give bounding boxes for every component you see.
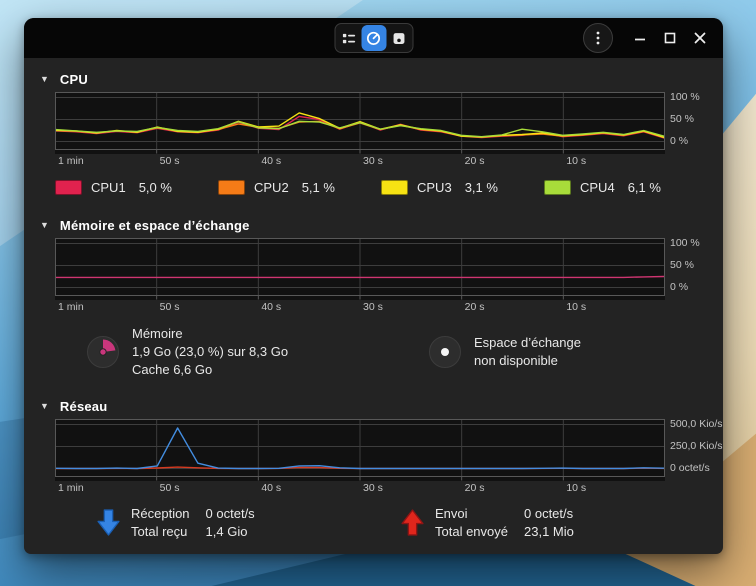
minimize-button[interactable] [625,23,655,53]
total-sent-label: Total envoyé [435,523,508,540]
swap-label: Espace d’échange [474,334,581,352]
reception-rate: 0 octet/s [206,505,255,522]
cpu4-legend-item: CPU4 6,1 % [544,180,707,195]
cpu1-color-swatch [55,180,82,195]
network-y-axis-labels: 500,0 Kio/s250,0 Kio/s0 octet/s [665,419,707,481]
collapse-triangle-icon: ▼ [40,75,49,84]
download-arrow-icon [96,509,121,536]
memory-section-title: Mémoire et espace d’échange [60,218,250,233]
collapse-triangle-icon: ▼ [40,221,49,230]
cpu-section-header[interactable]: ▼ CPU [40,66,707,92]
cpu2-color-swatch [218,180,245,195]
network-chart: 1 min50 s40 s30 s20 s10 s 500,0 Kio/s250… [55,419,707,496]
envoi-block: Envoi 0 octet/s Total envoyé 23,1 Mio [400,505,704,540]
total-received-label: Total reçu [131,523,190,540]
swap-pie-icon [428,335,462,369]
close-icon [693,31,707,45]
memory-cache-value: Cache 6,6 Go [132,361,288,379]
cpu-section-title: CPU [60,72,88,87]
cpu2-label: CPU2 [254,180,289,195]
cpu1-legend-item: CPU1 5,0 % [55,180,218,195]
memory-x-axis-labels: 1 min50 s40 s30 s20 s10 s [55,300,665,315]
kebab-menu-icon [591,30,605,46]
cpu-y-axis-labels: 100 %50 %0 % [665,92,707,154]
memory-section-header[interactable]: ▼ Mémoire et espace d’échange [40,212,707,238]
upload-arrow-icon [400,509,425,536]
cpu2-legend-item: CPU2 5,1 % [218,180,381,195]
maximize-icon [663,31,677,45]
total-received-value: 1,4 Gio [206,523,255,540]
tab-resources[interactable] [361,25,386,51]
cpu-x-axis-labels: 1 min50 s40 s30 s20 s10 s [55,154,665,169]
cpu1-label: CPU1 [91,180,126,195]
cpu-legend: CPU1 5,0 % CPU2 5,1 % CPU3 3,1 % CPU4 6,… [55,176,707,198]
speedometer-icon [366,30,382,46]
close-button[interactable] [685,23,715,53]
envoi-rate: 0 octet/s [524,505,574,522]
reception-block: Réception 0 octet/s Total reçu 1,4 Gio [96,505,400,540]
cpu4-value: 6,1 % [628,180,661,195]
memory-chart: 1 min50 s40 s30 s20 s10 s 100 %50 %0 % [55,238,707,315]
network-x-axis-labels: 1 min50 s40 s30 s20 s10 s [55,481,665,496]
memory-y-axis-labels: 100 %50 %0 % [665,238,707,300]
tab-processes[interactable] [336,25,361,51]
cpu4-label: CPU4 [580,180,615,195]
resources-view: ▼ CPU 1 min50 s40 s30 s20 s10 s 100 %50 … [24,66,723,546]
memory-history-plot [55,238,665,300]
total-sent-value: 23,1 Mio [524,523,574,540]
swap-block: Espace d’échange non disponible [428,334,581,370]
memory-label: Mémoire [132,325,288,343]
cpu3-color-swatch [381,180,408,195]
swap-status: non disponible [474,352,581,370]
titlebar[interactable] [24,18,723,58]
cpu-history-plot [55,92,665,154]
primary-menu-button[interactable] [583,23,613,53]
memory-legend: Mémoire 1,9 Go (23,0 %) sur 8,3 Go Cache… [40,325,707,379]
memory-pie-icon [86,335,120,369]
reception-label: Réception [131,505,190,522]
view-switcher [334,23,413,53]
memory-usage-value: 1,9 Go (23,0 %) sur 8,3 Go [132,343,288,361]
minimize-icon [633,31,647,45]
cpu2-value: 5,1 % [302,180,335,195]
network-history-plot [55,419,665,481]
network-section-header[interactable]: ▼ Réseau [40,393,707,419]
process-list-icon [341,31,356,46]
system-monitor-window: ▼ CPU 1 min50 s40 s30 s20 s10 s 100 %50 … [24,18,723,554]
network-legend: Réception 0 octet/s Total reçu 1,4 Gio E… [40,505,707,540]
cpu3-legend-item: CPU3 3,1 % [381,180,544,195]
cpu4-color-swatch [544,180,571,195]
memory-usage-block: Mémoire 1,9 Go (23,0 %) sur 8,3 Go Cache… [86,325,382,379]
disk-icon [391,31,406,46]
envoi-label: Envoi [435,505,508,522]
cpu3-value: 3,1 % [465,180,498,195]
network-section-title: Réseau [60,399,107,414]
cpu-chart: 1 min50 s40 s30 s20 s10 s 100 %50 %0 % [55,92,707,169]
cpu1-value: 5,0 % [139,180,172,195]
titlebar-controls [583,18,715,58]
cpu3-label: CPU3 [417,180,452,195]
tab-file-systems[interactable] [386,25,411,51]
maximize-button[interactable] [655,23,685,53]
collapse-triangle-icon: ▼ [40,402,49,411]
